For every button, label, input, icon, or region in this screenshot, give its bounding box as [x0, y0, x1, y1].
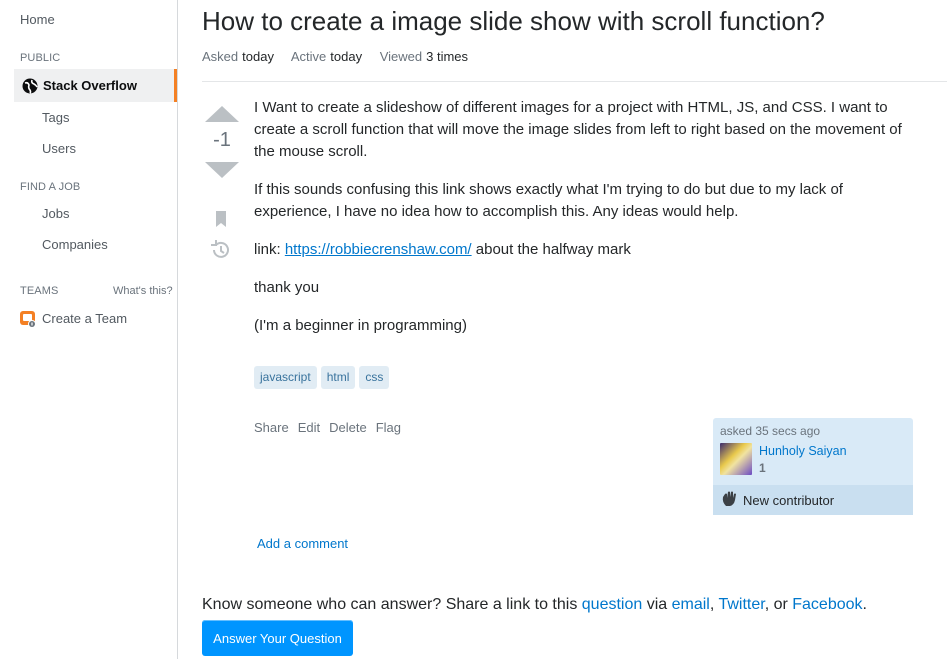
link-suffix: about the halfway mark	[471, 241, 631, 258]
history-icon[interactable]	[210, 240, 232, 265]
body-paragraph-4: thank you	[254, 279, 320, 296]
vote-score: -1	[213, 129, 231, 151]
waving-hand-icon	[721, 491, 739, 510]
answer-question-button[interactable]: Answer Your Question	[202, 620, 353, 656]
flag-link[interactable]: Flag	[376, 420, 401, 435]
external-link[interactable]: https://robbiecrenshaw.com/	[285, 241, 472, 258]
share-prefix: Know someone who can answer? Share a lin…	[202, 596, 582, 613]
link-prefix: link:	[254, 241, 285, 258]
add-comment-link[interactable]: Add a comment	[257, 536, 348, 551]
share-via: via	[642, 596, 672, 613]
user-avatar[interactable]	[720, 443, 752, 475]
body-paragraph-link: link: https://robbiecrenshaw.com/ about …	[254, 239, 914, 261]
share-twitter-link[interactable]: Twitter	[718, 596, 764, 613]
share-link[interactable]: Share	[254, 420, 289, 435]
user-reputation: 1	[759, 461, 766, 475]
nav-home-link[interactable]: Home	[20, 12, 55, 27]
tag-javascript[interactable]: javascript	[254, 366, 317, 389]
asked-time: asked 35 secs ago	[720, 424, 821, 438]
vote-cell: -1	[202, 106, 242, 258]
nav-stack-overflow-label: Stack Overflow	[43, 78, 137, 93]
delete-link[interactable]: Delete	[329, 420, 367, 435]
question-meta: Asked today Active today Viewed 3 times	[202, 49, 482, 64]
asked-label: Asked	[202, 49, 239, 64]
active-value[interactable]: today	[330, 49, 362, 64]
nav-jobs-link[interactable]: Jobs	[42, 206, 69, 221]
user-name-link[interactable]: Hunholy Saiyan	[759, 444, 847, 458]
create-team-link[interactable]: Create a Team	[20, 310, 128, 328]
active-label: Active	[290, 49, 327, 64]
tag-list: javascript html css	[254, 366, 390, 389]
new-contributor-label: New contributor	[743, 492, 835, 508]
asked-value: today	[242, 49, 274, 64]
share-or: , or	[764, 596, 793, 613]
whats-this-link[interactable]: What's this?	[113, 285, 173, 297]
upvote-arrow-icon[interactable]	[205, 106, 239, 122]
viewed-value: 3 times	[426, 49, 469, 64]
question-title[interactable]: How to create a image slide show with sc…	[202, 6, 825, 37]
share-facebook-link[interactable]: Facebook	[792, 596, 862, 613]
share-email-link[interactable]: email	[672, 596, 710, 613]
section-public-label: PUBLIC	[20, 52, 61, 64]
share-period: .	[862, 596, 867, 613]
nav-users-link[interactable]: Users	[42, 141, 76, 156]
tag-css[interactable]: css	[359, 366, 390, 389]
body-paragraph-1: I Want to create a slideshow of differen…	[254, 99, 902, 160]
owner-user-card: asked 35 secs ago Hunholy Saiyan 1 New c…	[713, 418, 913, 515]
share-prompt: Know someone who can answer? Share a lin…	[202, 596, 867, 614]
downvote-arrow-icon[interactable]	[205, 162, 239, 178]
globe-icon	[22, 78, 38, 94]
title-divider	[202, 81, 947, 82]
team-briefcase-icon	[20, 310, 36, 328]
nav-companies-link[interactable]: Companies	[42, 237, 108, 252]
tag-html[interactable]: html	[320, 366, 356, 389]
question-body: I Want to create a slideshow of differen…	[254, 97, 914, 353]
new-contributor-badge[interactable]: New contributor	[713, 485, 913, 515]
nav-stack-overflow[interactable]: Stack Overflow	[14, 69, 177, 102]
left-sidebar: Home PUBLIC Stack Overflow Tags Users FI…	[0, 0, 178, 659]
post-menu: Share Edit Delete Flag	[254, 420, 401, 435]
share-question-link[interactable]: question	[582, 596, 643, 613]
nav-tags-link[interactable]: Tags	[42, 110, 69, 125]
viewed-label: Viewed	[379, 49, 423, 64]
body-paragraph-2: If this sounds confusing this link shows…	[254, 181, 843, 220]
section-find-job-label: FIND A JOB	[20, 181, 81, 193]
create-team-label: Create a Team	[42, 310, 128, 326]
section-teams-label: TEAMS	[20, 285, 59, 297]
edit-link[interactable]: Edit	[298, 420, 320, 435]
bookmark-icon[interactable]	[214, 210, 228, 233]
body-paragraph-5: (I'm a beginner in programming)	[254, 317, 467, 334]
